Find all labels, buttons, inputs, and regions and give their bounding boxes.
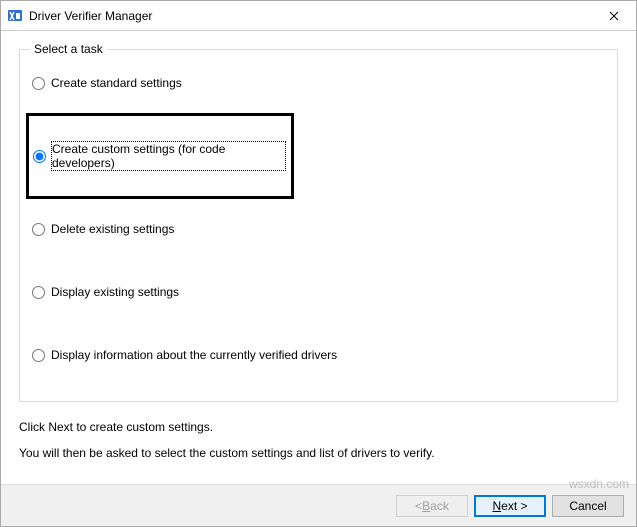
radio-create-standard[interactable]: Create standard settings bbox=[32, 74, 605, 92]
content-area: Select a task Create standard settings C… bbox=[1, 31, 636, 484]
radio-label-create-custom: Create custom settings (for code develop… bbox=[52, 142, 285, 170]
back-button-suffix: ack bbox=[430, 499, 449, 513]
back-button-prefix: < bbox=[415, 499, 422, 513]
title-bar: Driver Verifier Manager bbox=[1, 1, 636, 31]
back-button-accel: B bbox=[422, 499, 430, 513]
window-title: Driver Verifier Manager bbox=[29, 9, 592, 23]
task-radio-list: Create standard settings Create custom s… bbox=[32, 74, 605, 364]
instruction-line-2: You will then be asked to select the cus… bbox=[19, 446, 618, 460]
radio-input-display-existing[interactable] bbox=[32, 286, 45, 299]
next-button-accel: N bbox=[492, 499, 501, 513]
instructions-text: Click Next to create custom settings. Yo… bbox=[19, 420, 618, 472]
next-button-suffix: ext > bbox=[501, 499, 527, 513]
radio-input-delete-existing[interactable] bbox=[32, 223, 45, 236]
close-button[interactable] bbox=[592, 1, 636, 31]
dialog-window: Driver Verifier Manager Select a task Cr… bbox=[0, 0, 637, 527]
radio-label-delete-existing: Delete existing settings bbox=[51, 222, 174, 236]
radio-input-create-custom[interactable] bbox=[33, 150, 46, 163]
app-icon bbox=[7, 8, 23, 24]
cancel-button[interactable]: Cancel bbox=[552, 495, 624, 517]
instruction-line-1: Click Next to create custom settings. bbox=[19, 420, 618, 434]
groupbox-label: Select a task bbox=[30, 42, 107, 56]
next-button[interactable]: Next > bbox=[474, 495, 546, 517]
radio-input-create-standard[interactable] bbox=[32, 77, 45, 90]
radio-label-display-existing: Display existing settings bbox=[51, 285, 179, 299]
radio-input-display-info[interactable] bbox=[32, 349, 45, 362]
radio-create-custom[interactable]: Create custom settings (for code develop… bbox=[33, 140, 285, 172]
radio-label-create-standard: Create standard settings bbox=[51, 76, 182, 90]
radio-display-info[interactable]: Display information about the currently … bbox=[32, 346, 605, 364]
radio-delete-existing[interactable]: Delete existing settings bbox=[32, 220, 605, 238]
radio-label-display-info: Display information about the currently … bbox=[51, 348, 337, 362]
task-groupbox: Select a task Create standard settings C… bbox=[19, 49, 618, 402]
button-bar: < Back Next > Cancel bbox=[1, 484, 636, 526]
cancel-button-label: Cancel bbox=[569, 499, 606, 513]
radio-display-existing[interactable]: Display existing settings bbox=[32, 283, 605, 301]
back-button: < Back bbox=[396, 495, 468, 517]
highlight-box: Create custom settings (for code develop… bbox=[26, 113, 294, 199]
